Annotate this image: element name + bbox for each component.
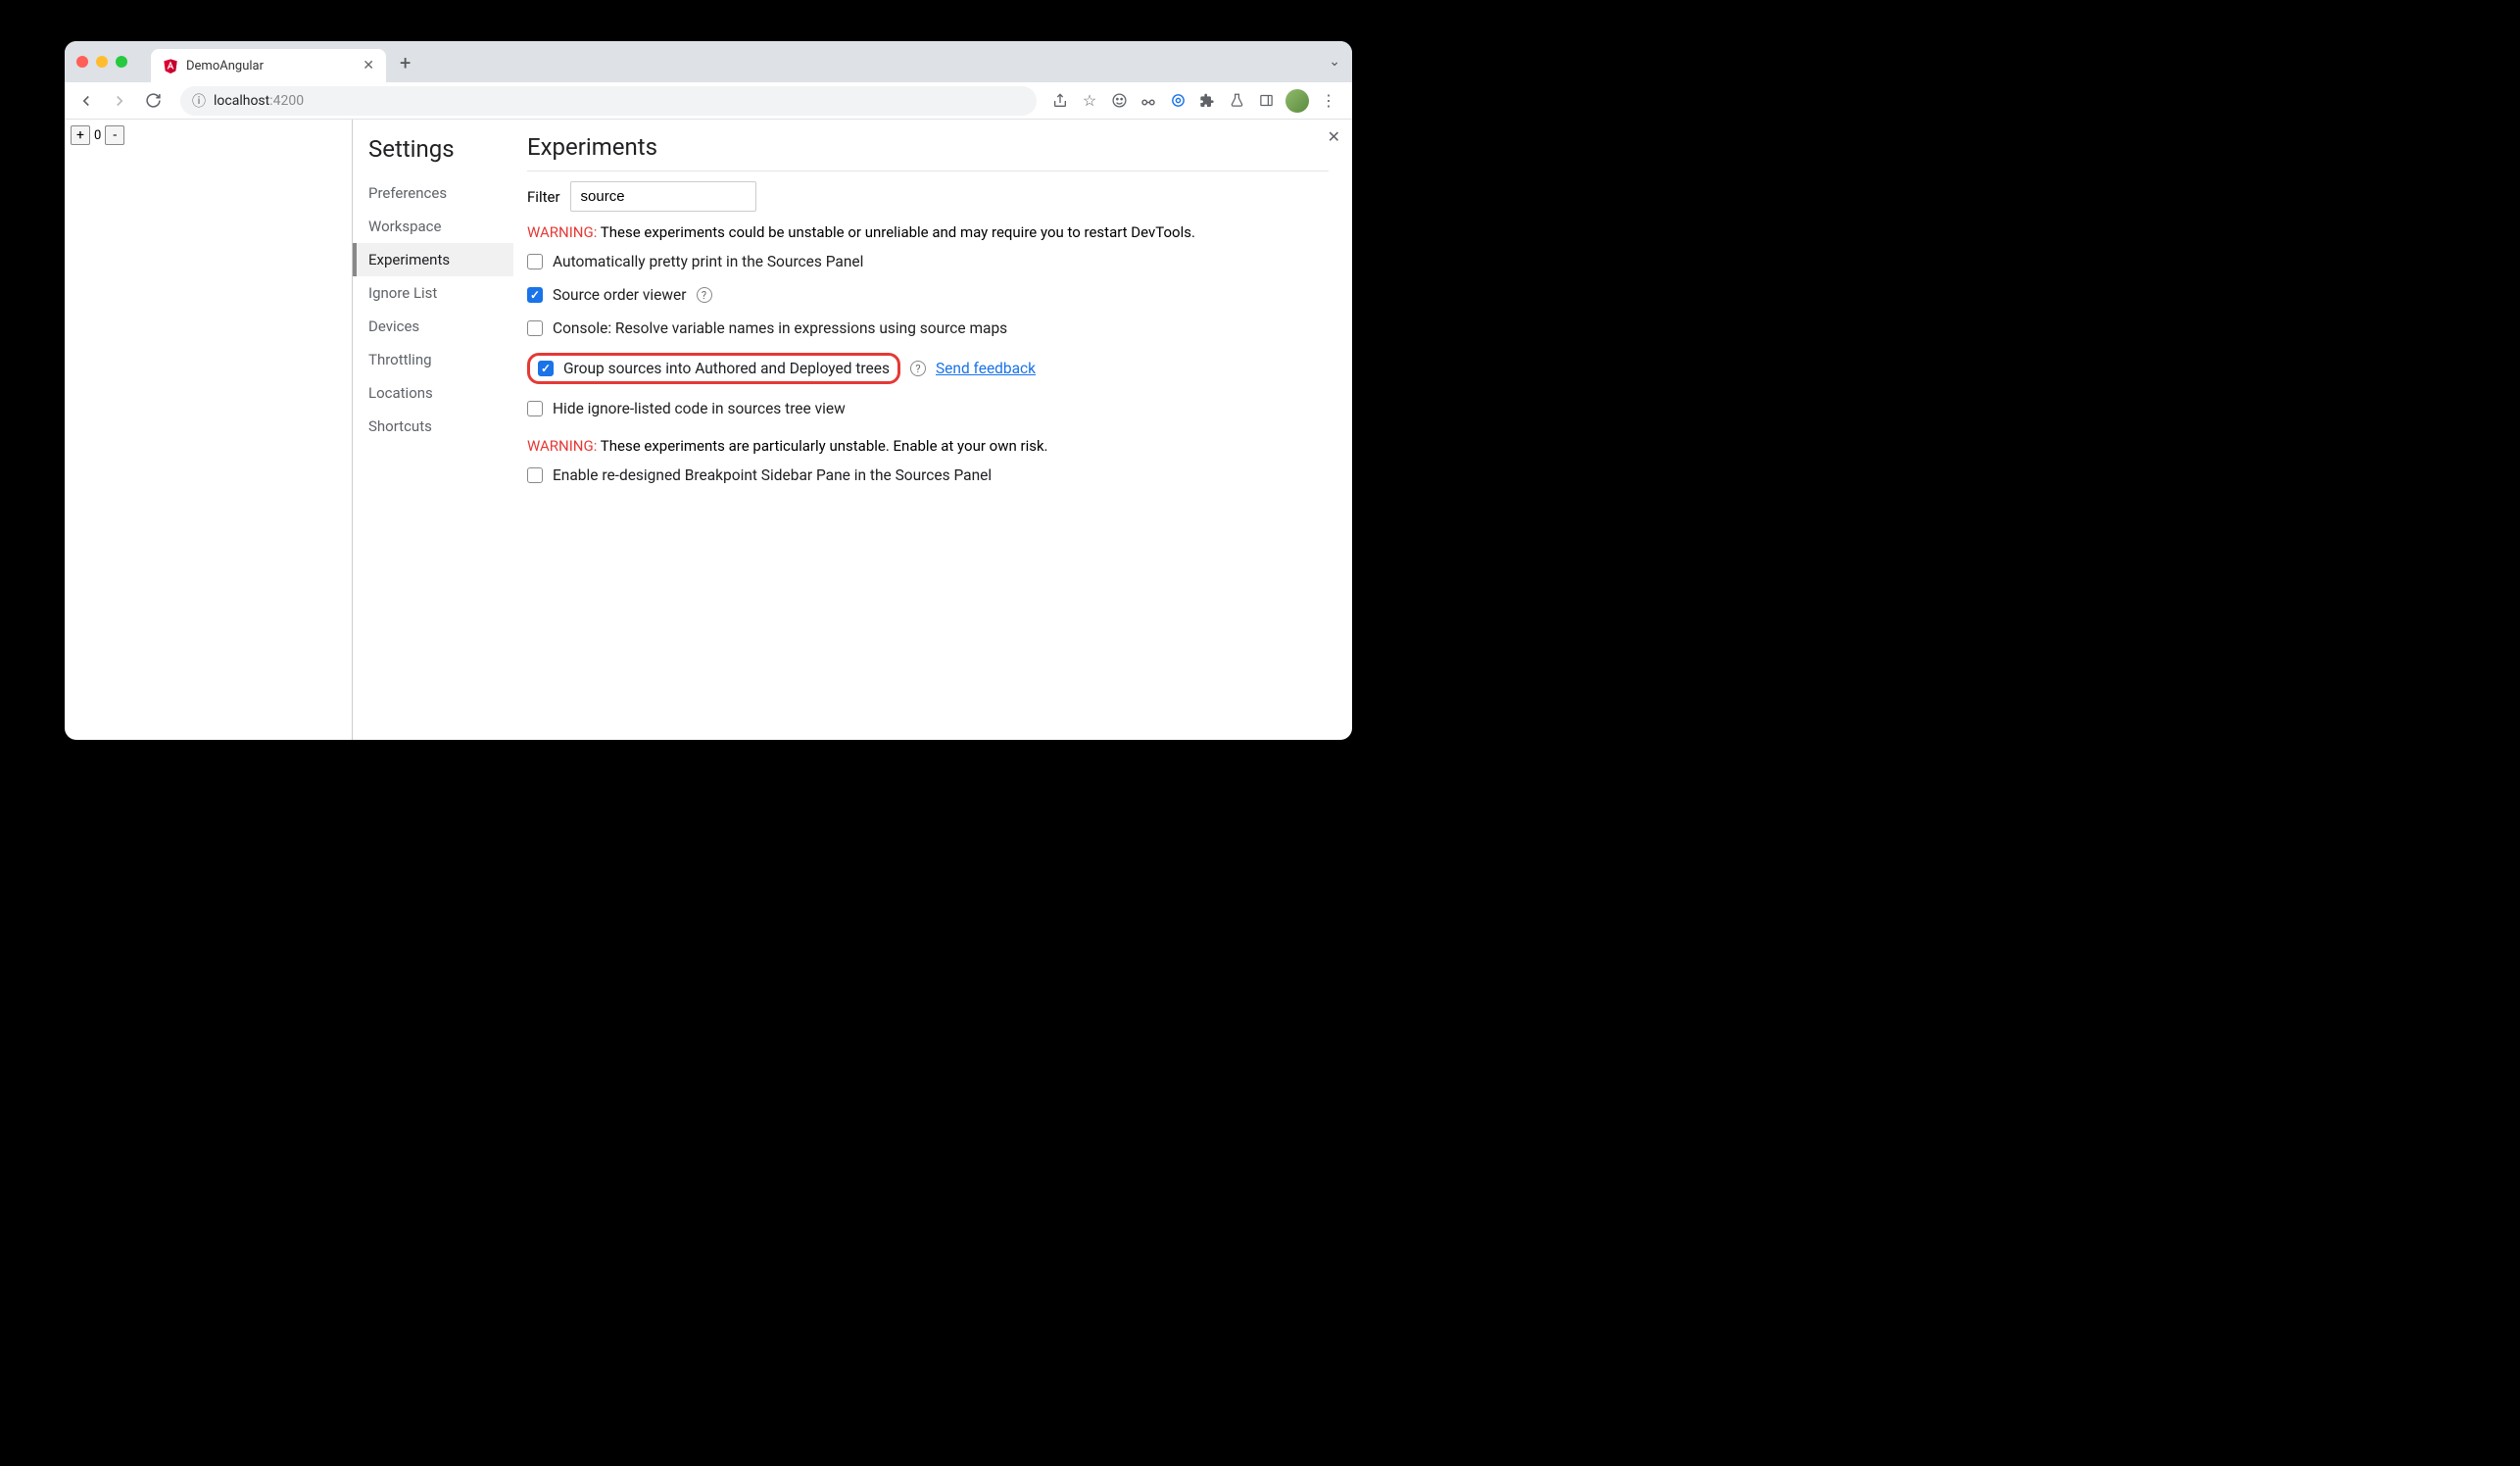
extensions-icon[interactable] <box>1197 91 1217 111</box>
exp-label: Group sources into Authored and Deployed… <box>563 360 890 377</box>
exp-group-sources: Group sources into Authored and Deployed… <box>527 353 1329 384</box>
bookmark-icon[interactable]: ☆ <box>1080 91 1099 111</box>
close-settings-icon[interactable]: ✕ <box>1328 127 1340 146</box>
ring-icon[interactable] <box>1168 91 1187 111</box>
page-panel: + 0 - <box>65 120 353 740</box>
url-host: localhost <box>214 93 269 109</box>
checkbox[interactable] <box>538 361 554 376</box>
window-minimize[interactable] <box>96 56 108 68</box>
nav-locations[interactable]: Locations <box>368 376 513 410</box>
browser-tab[interactable]: DemoAngular ✕ <box>151 49 386 82</box>
exp-hide-ignored: Hide ignore-listed code in sources tree … <box>527 400 1329 417</box>
toolbar-actions: ☆ ⋮ <box>1050 89 1344 113</box>
nav-throttling[interactable]: Throttling <box>368 343 513 376</box>
help-icon[interactable]: ? <box>697 287 712 303</box>
exp-console-sourcemaps: Console: Resolve variable names in expre… <box>527 319 1329 337</box>
warning-label: WARNING: <box>527 223 597 241</box>
highlight-annotation: Group sources into Authored and Deployed… <box>527 353 900 384</box>
experiments-title: Experiments <box>527 133 1329 161</box>
tab-close-icon[interactable]: ✕ <box>363 58 374 73</box>
exp-label: Enable re-designed Breakpoint Sidebar Pa… <box>553 466 992 484</box>
filter-label: Filter <box>527 188 560 206</box>
labs-icon[interactable] <box>1227 91 1246 111</box>
experiments-list: Automatically pretty print in the Source… <box>527 253 1329 417</box>
site-info-icon[interactable]: ⓘ <box>192 91 206 111</box>
sidepanel-icon[interactable] <box>1256 91 1276 111</box>
share-icon[interactable] <box>1050 91 1070 111</box>
menu-icon[interactable]: ⋮ <box>1319 91 1338 111</box>
filter-input[interactable] <box>570 181 756 212</box>
checkbox[interactable] <box>527 254 543 269</box>
reload-button[interactable] <box>139 87 167 115</box>
tab-title: DemoAngular <box>186 59 264 73</box>
settings-title: Settings <box>368 135 513 163</box>
window-maximize[interactable] <box>116 56 127 68</box>
forward-button[interactable] <box>106 87 133 115</box>
counter: + 0 - <box>71 125 346 145</box>
exp-label: Automatically pretty print in the Source… <box>553 253 863 270</box>
angular-icon <box>163 58 178 73</box>
browser-toolbar: ⓘ localhost:4200 ☆ ⋮ <box>65 82 1352 120</box>
settings-sidebar: Settings Preferences Workspace Experimen… <box>353 120 513 740</box>
exp-label: Console: Resolve variable names in expre… <box>553 319 1007 337</box>
settings-nav: Preferences Workspace Experiments Ignore… <box>368 176 513 443</box>
increment-button[interactable]: + <box>71 125 90 145</box>
incognito-icon[interactable] <box>1109 91 1129 111</box>
exp-pretty-print: Automatically pretty print in the Source… <box>527 253 1329 270</box>
checkbox[interactable] <box>527 401 543 416</box>
nav-preferences[interactable]: Preferences <box>368 176 513 210</box>
back-button[interactable] <box>73 87 100 115</box>
filter-row: Filter <box>527 181 1329 212</box>
tabs-dropdown-icon[interactable]: ⌄ <box>1329 54 1340 70</box>
feedback-link[interactable]: Send feedback <box>936 360 1036 377</box>
checkbox[interactable] <box>527 467 543 483</box>
decrement-button[interactable]: - <box>105 125 124 145</box>
url-port: :4200 <box>269 93 304 109</box>
new-tab-button[interactable]: + <box>400 51 411 74</box>
exp-label: Hide ignore-listed code in sources tree … <box>553 400 846 417</box>
warning-text: These experiments are particularly unsta… <box>597 437 1047 455</box>
eyeglasses-icon[interactable] <box>1139 91 1158 111</box>
window-close[interactable] <box>76 56 88 68</box>
unstable-list: Enable re-designed Breakpoint Sidebar Pa… <box>527 466 1329 484</box>
window-controls <box>76 56 127 68</box>
content-area: + 0 - ✕ Settings Preferences Workspace E… <box>65 120 1352 740</box>
checkbox[interactable] <box>527 287 543 303</box>
warning-label: WARNING: <box>527 437 597 455</box>
exp-source-order: Source order viewer ? <box>527 286 1329 304</box>
help-icon[interactable]: ? <box>910 361 926 376</box>
nav-shortcuts[interactable]: Shortcuts <box>368 410 513 443</box>
devtools-panel: ✕ Settings Preferences Workspace Experim… <box>353 120 1352 740</box>
exp-breakpoint-sidebar: Enable re-designed Breakpoint Sidebar Pa… <box>527 466 1329 484</box>
nav-workspace[interactable]: Workspace <box>368 210 513 243</box>
nav-devices[interactable]: Devices <box>368 310 513 343</box>
experiments-panel: Experiments Filter WARNING: These experi… <box>513 120 1352 740</box>
browser-window: DemoAngular ✕ + ⌄ ⓘ localhost:4200 ☆ <box>65 41 1352 740</box>
address-bar[interactable]: ⓘ localhost:4200 <box>180 86 1037 116</box>
warning-general: WARNING: These experiments could be unst… <box>527 223 1329 241</box>
tab-strip: DemoAngular ✕ + ⌄ <box>65 41 1352 82</box>
checkbox[interactable] <box>527 320 543 336</box>
nav-ignore-list[interactable]: Ignore List <box>368 276 513 310</box>
counter-value: 0 <box>92 128 103 143</box>
profile-avatar[interactable] <box>1285 89 1309 113</box>
exp-label: Source order viewer <box>553 286 687 304</box>
nav-experiments[interactable]: Experiments <box>353 243 513 276</box>
warning-unstable: WARNING: These experiments are particula… <box>527 437 1329 455</box>
warning-text: These experiments could be unstable or u… <box>597 223 1195 241</box>
